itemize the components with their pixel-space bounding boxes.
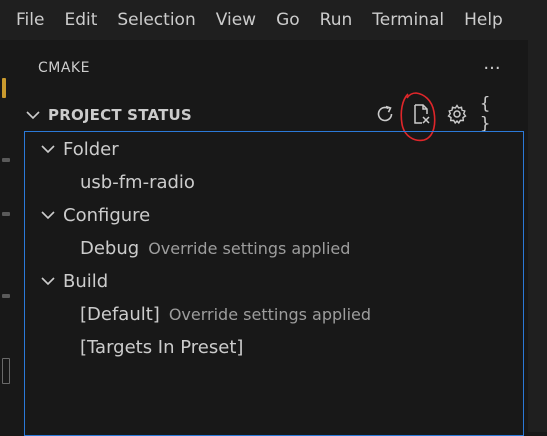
tree-label: [Targets In Preset]: [80, 336, 244, 358]
tree-description: Override settings applied: [148, 238, 351, 258]
tree-label: Debug: [80, 237, 140, 259]
editor-edge: [528, 40, 547, 432]
ellipsis-icon[interactable]: ···: [478, 58, 506, 84]
activity-icon-fragment[interactable]: [2, 158, 10, 162]
tree-label: usb-fm-radio: [80, 171, 195, 193]
chevron-down-icon: [26, 111, 40, 120]
project-status-tree: Folder usb-fm-radio Configure Debug Over…: [24, 131, 524, 436]
menu-bar: File Edit Selection View Go Run Terminal…: [0, 0, 547, 40]
tree-leaf-build-targets[interactable]: [Targets In Preset]: [80, 331, 243, 363]
section-title: PROJECT STATUS: [48, 106, 192, 124]
tree-label: [Default]: [80, 303, 160, 325]
view-title: CMAKE: [38, 60, 90, 76]
activity-bar: [0, 40, 14, 432]
menu-help[interactable]: Help: [454, 0, 513, 40]
tree-leaf-folder-name[interactable]: usb-fm-radio: [80, 166, 195, 198]
tree-node-build[interactable]: Build: [39, 265, 108, 297]
chevron-down-icon: [41, 211, 55, 220]
menu-edit[interactable]: Edit: [54, 0, 107, 40]
extensions-icon-fragment[interactable]: [2, 358, 10, 384]
menu-file[interactable]: File: [0, 0, 54, 40]
activity-icon-fragment[interactable]: [2, 294, 10, 298]
tree-label: Configure: [63, 204, 151, 226]
menu-terminal[interactable]: Terminal: [362, 0, 454, 40]
braces-glyph: { }: [480, 94, 491, 134]
activity-indicator: [2, 78, 6, 98]
menu-selection[interactable]: Selection: [107, 0, 205, 40]
braces-icon[interactable]: { }: [480, 94, 506, 134]
tree-leaf-build-preset[interactable]: [Default] Override settings applied: [80, 298, 371, 330]
tree-leaf-configure-preset[interactable]: Debug Override settings applied: [80, 232, 350, 264]
activity-icon-fragment[interactable]: [2, 212, 10, 216]
chevron-down-icon: [41, 277, 55, 286]
tree-label: Build: [63, 270, 109, 292]
gear-icon[interactable]: [444, 101, 470, 127]
tree-label: Folder: [63, 138, 119, 160]
tree-node-configure[interactable]: Configure: [39, 199, 150, 231]
menu-go[interactable]: Go: [266, 0, 310, 40]
menu-view[interactable]: View: [206, 0, 266, 40]
menu-run[interactable]: Run: [310, 0, 363, 40]
section-actions: { }: [372, 94, 516, 134]
tree-description: Override settings applied: [168, 304, 372, 324]
refresh-icon[interactable]: [372, 101, 398, 127]
tree-node-folder[interactable]: Folder: [39, 133, 119, 165]
chevron-down-icon: [41, 145, 55, 154]
